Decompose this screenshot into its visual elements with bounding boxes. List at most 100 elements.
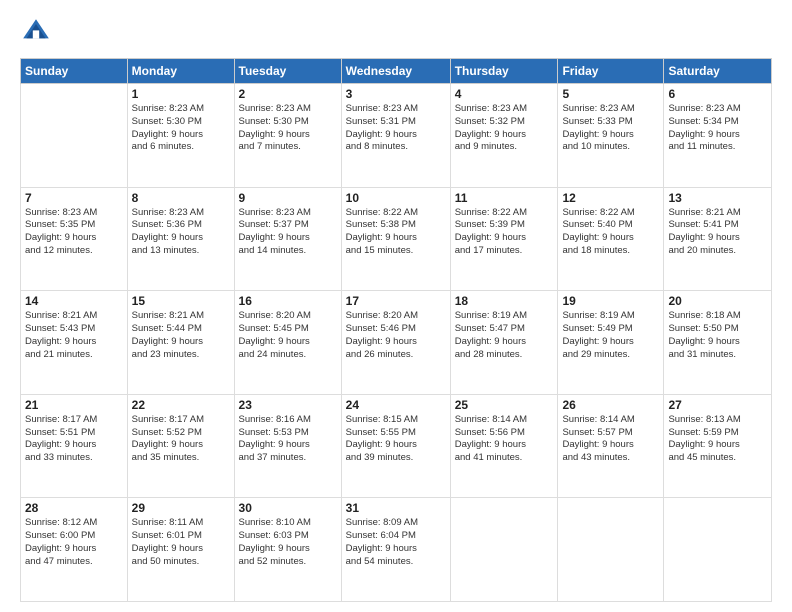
weekday-header-friday: Friday <box>558 59 664 84</box>
logo <box>20 16 56 48</box>
day-info: Sunrise: 8:19 AMSunset: 5:49 PMDaylight:… <box>562 310 659 361</box>
day-info: Sunrise: 8:21 AMSunset: 5:41 PMDaylight:… <box>668 207 767 258</box>
day-info: Sunrise: 8:23 AMSunset: 5:37 PMDaylight:… <box>239 207 337 258</box>
calendar-cell <box>558 498 664 602</box>
day-info: Sunrise: 8:20 AMSunset: 5:46 PMDaylight:… <box>346 310 446 361</box>
calendar-cell <box>21 84 128 188</box>
day-info: Sunrise: 8:22 AMSunset: 5:39 PMDaylight:… <box>455 207 554 258</box>
calendar-cell: 19 Sunrise: 8:19 AMSunset: 5:49 PMDayligh… <box>558 291 664 395</box>
weekday-header-tuesday: Tuesday <box>234 59 341 84</box>
calendar-cell: 21 Sunrise: 8:17 AMSunset: 5:51 PMDayligh… <box>21 394 128 498</box>
day-number: 26 <box>562 398 659 412</box>
calendar-cell: 17 Sunrise: 8:20 AMSunset: 5:46 PMDayligh… <box>341 291 450 395</box>
calendar-week-row: 28Sunrise: 8:12 AMSunset: 6:00 PMDayligh… <box>21 498 772 602</box>
day-number: 25 <box>455 398 554 412</box>
day-number: 9 <box>239 191 337 205</box>
day-info: Sunrise: 8:10 AMSunset: 6:03 PMDaylight:… <box>239 517 337 568</box>
calendar-cell: 22 Sunrise: 8:17 AMSunset: 5:52 PMDayligh… <box>127 394 234 498</box>
day-number: 11 <box>455 191 554 205</box>
weekday-header-sunday: Sunday <box>21 59 128 84</box>
day-number: 3 <box>346 87 446 101</box>
calendar-cell: 4 Sunrise: 8:23 AMSunset: 5:32 PMDaylight… <box>450 84 558 188</box>
day-number: 27 <box>668 398 767 412</box>
day-info: Sunrise: 8:21 AMSunset: 5:43 PMDaylight:… <box>25 310 123 361</box>
calendar-cell: 9 Sunrise: 8:23 AMSunset: 5:37 PMDaylight… <box>234 187 341 291</box>
calendar-cell: 5 Sunrise: 8:23 AMSunset: 5:33 PMDaylight… <box>558 84 664 188</box>
calendar-cell: 20Sunrise: 8:18 AMSunset: 5:50 PMDayligh… <box>664 291 772 395</box>
day-info: Sunrise: 8:21 AMSunset: 5:44 PMDaylight:… <box>132 310 230 361</box>
calendar-week-row: 21 Sunrise: 8:17 AMSunset: 5:51 PMDayligh… <box>21 394 772 498</box>
weekday-header-row: SundayMondayTuesdayWednesdayThursdayFrid… <box>21 59 772 84</box>
calendar-cell: 18Sunrise: 8:19 AMSunset: 5:47 PMDayligh… <box>450 291 558 395</box>
calendar-week-row: 1 Sunrise: 8:23 AMSunset: 5:30 PMDaylight… <box>21 84 772 188</box>
day-info: Sunrise: 8:14 AMSunset: 5:56 PMDaylight:… <box>455 414 554 465</box>
day-number: 19 <box>562 294 659 308</box>
day-info: Sunrise: 8:23 AMSunset: 5:35 PMDaylight:… <box>25 207 123 258</box>
day-number: 17 <box>346 294 446 308</box>
day-number: 24 <box>346 398 446 412</box>
calendar-table: SundayMondayTuesdayWednesdayThursdayFrid… <box>20 58 772 602</box>
day-number: 15 <box>132 294 230 308</box>
day-info: Sunrise: 8:15 AMSunset: 5:55 PMDaylight:… <box>346 414 446 465</box>
calendar-cell <box>664 498 772 602</box>
calendar-cell: 30 Sunrise: 8:10 AMSunset: 6:03 PMDayligh… <box>234 498 341 602</box>
day-number: 10 <box>346 191 446 205</box>
logo-icon <box>20 16 52 48</box>
day-number: 4 <box>455 87 554 101</box>
page: SundayMondayTuesdayWednesdayThursdayFrid… <box>0 0 792 612</box>
calendar-cell: 2 Sunrise: 8:23 AMSunset: 5:30 PMDaylight… <box>234 84 341 188</box>
calendar-cell: 24 Sunrise: 8:15 AMSunset: 5:55 PMDayligh… <box>341 394 450 498</box>
day-info: Sunrise: 8:23 AMSunset: 5:36 PMDaylight:… <box>132 207 230 258</box>
day-info: Sunrise: 8:23 AMSunset: 5:30 PMDaylight:… <box>239 103 337 154</box>
day-info: Sunrise: 8:17 AMSunset: 5:51 PMDaylight:… <box>25 414 123 465</box>
day-info: Sunrise: 8:20 AMSunset: 5:45 PMDaylight:… <box>239 310 337 361</box>
calendar-cell: 31Sunrise: 8:09 AMSunset: 6:04 PMDayligh… <box>341 498 450 602</box>
day-number: 31 <box>346 501 446 515</box>
calendar-cell: 11 Sunrise: 8:22 AMSunset: 5:39 PMDayligh… <box>450 187 558 291</box>
day-info: Sunrise: 8:11 AMSunset: 6:01 PMDaylight:… <box>132 517 230 568</box>
calendar-cell: 15 Sunrise: 8:21 AMSunset: 5:44 PMDayligh… <box>127 291 234 395</box>
calendar-cell: 3 Sunrise: 8:23 AMSunset: 5:31 PMDaylight… <box>341 84 450 188</box>
calendar-cell: 6Sunrise: 8:23 AMSunset: 5:34 PMDaylight… <box>664 84 772 188</box>
day-number: 7 <box>25 191 123 205</box>
day-info: Sunrise: 8:14 AMSunset: 5:57 PMDaylight:… <box>562 414 659 465</box>
calendar-cell: 13 Sunrise: 8:21 AMSunset: 5:41 PMDayligh… <box>664 187 772 291</box>
day-number: 28 <box>25 501 123 515</box>
calendar-cell: 23 Sunrise: 8:16 AMSunset: 5:53 PMDayligh… <box>234 394 341 498</box>
day-number: 29 <box>132 501 230 515</box>
day-info: Sunrise: 8:23 AMSunset: 5:32 PMDaylight:… <box>455 103 554 154</box>
calendar-cell: 12 Sunrise: 8:22 AMSunset: 5:40 PMDayligh… <box>558 187 664 291</box>
day-number: 1 <box>132 87 230 101</box>
calendar-cell: 14Sunrise: 8:21 AMSunset: 5:43 PMDayligh… <box>21 291 128 395</box>
day-info: Sunrise: 8:22 AMSunset: 5:38 PMDaylight:… <box>346 207 446 258</box>
day-number: 12 <box>562 191 659 205</box>
day-info: Sunrise: 8:23 AMSunset: 5:31 PMDaylight:… <box>346 103 446 154</box>
day-number: 22 <box>132 398 230 412</box>
day-number: 30 <box>239 501 337 515</box>
calendar-cell: 25 Sunrise: 8:14 AMSunset: 5:56 PMDayligh… <box>450 394 558 498</box>
header <box>20 16 772 48</box>
day-number: 2 <box>239 87 337 101</box>
day-info: Sunrise: 8:19 AMSunset: 5:47 PMDaylight:… <box>455 310 554 361</box>
day-number: 6 <box>668 87 767 101</box>
weekday-header-thursday: Thursday <box>450 59 558 84</box>
calendar-cell: 10 Sunrise: 8:22 AMSunset: 5:38 PMDayligh… <box>341 187 450 291</box>
day-info: Sunrise: 8:23 AMSunset: 5:33 PMDaylight:… <box>562 103 659 154</box>
calendar-cell: 29 Sunrise: 8:11 AMSunset: 6:01 PMDayligh… <box>127 498 234 602</box>
calendar-cell: 27Sunrise: 8:13 AMSunset: 5:59 PMDayligh… <box>664 394 772 498</box>
day-number: 23 <box>239 398 337 412</box>
day-number: 21 <box>25 398 123 412</box>
calendar-cell: 28Sunrise: 8:12 AMSunset: 6:00 PMDayligh… <box>21 498 128 602</box>
weekday-header-monday: Monday <box>127 59 234 84</box>
calendar-week-row: 7 Sunrise: 8:23 AMSunset: 5:35 PMDaylight… <box>21 187 772 291</box>
day-info: Sunrise: 8:16 AMSunset: 5:53 PMDaylight:… <box>239 414 337 465</box>
day-info: Sunrise: 8:22 AMSunset: 5:40 PMDaylight:… <box>562 207 659 258</box>
calendar-cell: 26 Sunrise: 8:14 AMSunset: 5:57 PMDayligh… <box>558 394 664 498</box>
day-number: 16 <box>239 294 337 308</box>
day-info: Sunrise: 8:23 AMSunset: 5:30 PMDaylight:… <box>132 103 230 154</box>
day-number: 8 <box>132 191 230 205</box>
day-number: 5 <box>562 87 659 101</box>
day-number: 13 <box>668 191 767 205</box>
day-info: Sunrise: 8:17 AMSunset: 5:52 PMDaylight:… <box>132 414 230 465</box>
calendar-cell: 1 Sunrise: 8:23 AMSunset: 5:30 PMDaylight… <box>127 84 234 188</box>
